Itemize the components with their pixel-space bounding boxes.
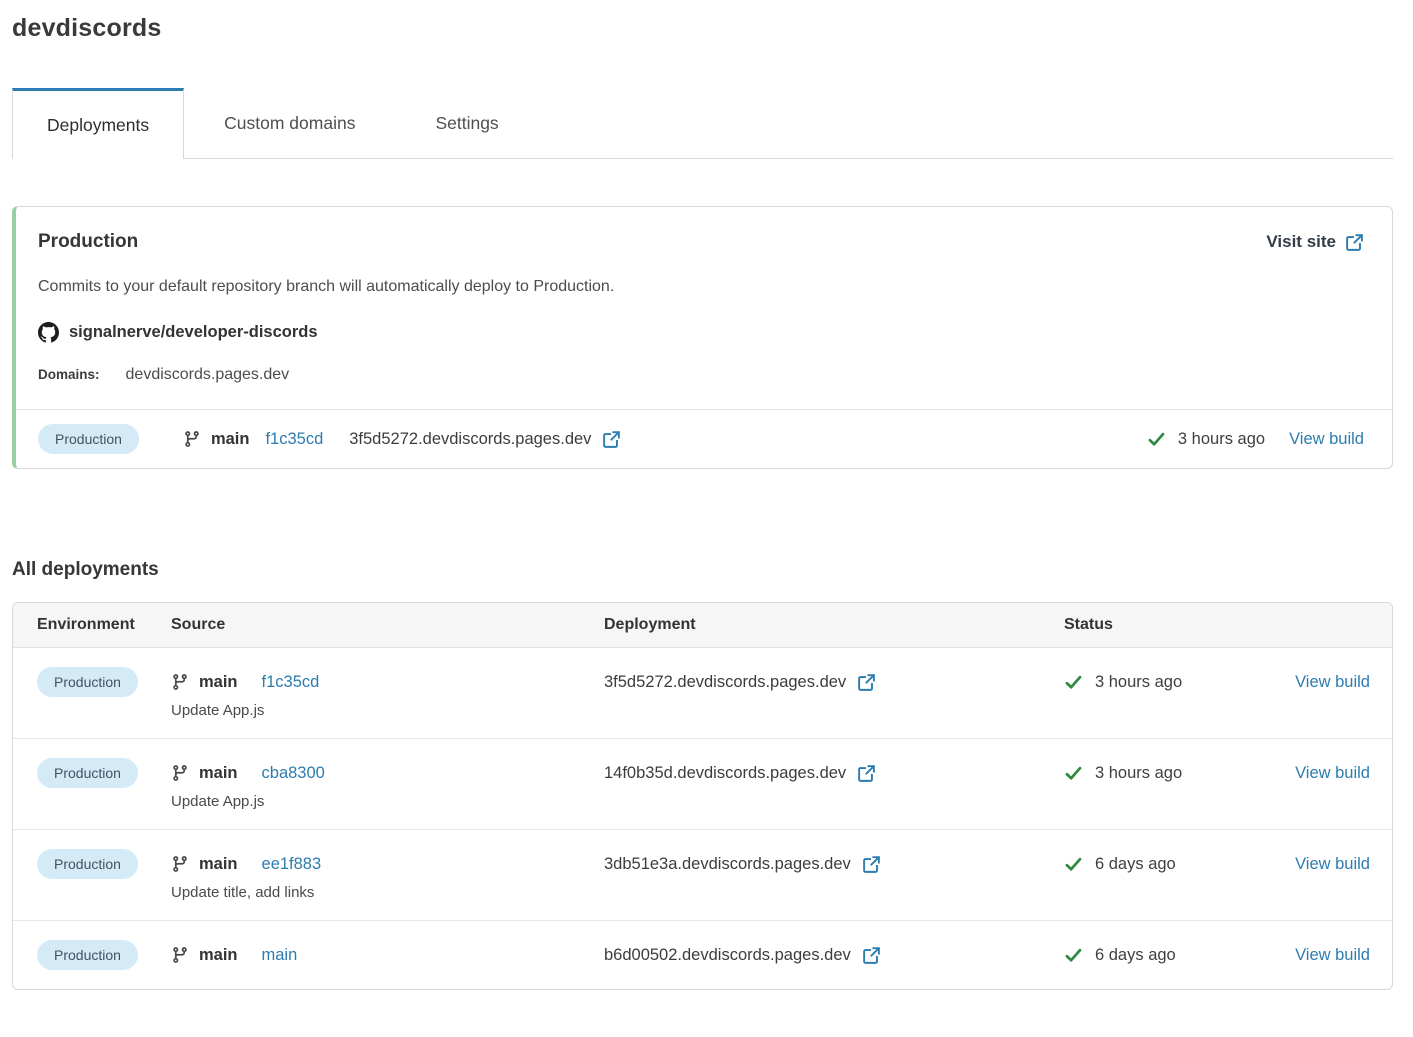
view-build-link[interactable]: View build: [1295, 946, 1370, 965]
table-row: Production main main b6d00502.devdiscord…: [13, 921, 1392, 989]
production-deployment-row: Production main f1c35cd 3f5d5272.devdisc…: [16, 409, 1392, 468]
check-icon: [1147, 430, 1166, 449]
deployment-url: 14f0b35d.devdiscords.pages.dev: [604, 764, 846, 783]
deployment-url: b6d00502.devdiscords.pages.dev: [604, 946, 851, 965]
git-branch-icon: [171, 946, 189, 964]
table-row: Production main cba8300 Update App.js 14…: [13, 739, 1392, 830]
tab-deployments[interactable]: Deployments: [12, 88, 184, 159]
environment-badge: Production: [37, 758, 138, 788]
commit-link[interactable]: cba8300: [262, 764, 325, 783]
visit-site-label: Visit site: [1266, 232, 1336, 252]
deployment-url: 3f5d5272.devdiscords.pages.dev: [604, 673, 846, 692]
environment-badge: Production: [38, 424, 139, 454]
external-link-icon[interactable]: [857, 673, 876, 692]
environment-badge: Production: [37, 940, 138, 970]
branch-name: main: [199, 673, 238, 692]
git-branch-icon: [183, 430, 201, 448]
deployment-url: 3db51e3a.devdiscords.pages.dev: [604, 855, 851, 874]
domains-value: devdiscords.pages.dev: [126, 366, 290, 384]
production-card-title: Production: [38, 231, 138, 253]
page-title: devdiscords: [12, 14, 1393, 43]
production-card: Production Visit site Commits to your de…: [12, 206, 1393, 469]
table-header: Environment Source Deployment Status: [13, 603, 1392, 648]
branch-name: main: [199, 764, 238, 783]
column-header-deployment: Deployment: [604, 616, 1064, 634]
commit-message: Update App.js: [171, 702, 604, 719]
external-link-icon[interactable]: [602, 430, 621, 449]
tab-custom-domains[interactable]: Custom domains: [184, 88, 395, 158]
table-row: Production main ee1f883 Update title, ad…: [13, 830, 1392, 921]
view-build-link[interactable]: View build: [1295, 764, 1370, 783]
tab-label: Custom domains: [224, 113, 355, 134]
tab-label: Settings: [435, 113, 498, 134]
external-link-icon[interactable]: [857, 764, 876, 783]
commit-link[interactable]: ee1f883: [262, 855, 322, 874]
deploy-time: 6 days ago: [1095, 946, 1176, 965]
table-row: Production main f1c35cd Update App.js 3f…: [13, 648, 1392, 739]
deploy-time: 6 days ago: [1095, 855, 1176, 874]
domains-label: Domains:: [38, 367, 100, 382]
git-branch-icon: [171, 855, 189, 873]
check-icon: [1064, 764, 1083, 783]
commit-message: Update App.js: [171, 793, 604, 810]
tab-bar: Deployments Custom domains Settings: [12, 88, 1393, 159]
branch-name: main: [211, 430, 250, 449]
check-icon: [1064, 673, 1083, 692]
column-header-environment: Environment: [37, 616, 171, 634]
commit-link[interactable]: f1c35cd: [265, 430, 323, 449]
git-branch-icon: [171, 673, 189, 691]
deployments-table: Environment Source Deployment Status Pro…: [12, 602, 1393, 990]
all-deployments-title: All deployments: [12, 559, 1393, 581]
column-header-source: Source: [171, 616, 604, 634]
visit-site-link[interactable]: Visit site: [1266, 232, 1364, 252]
repository-link[interactable]: signalnerve/developer-discords: [69, 323, 318, 342]
commit-link[interactable]: main: [262, 946, 298, 965]
external-link-icon[interactable]: [862, 855, 881, 874]
environment-badge: Production: [37, 667, 138, 697]
tab-settings[interactable]: Settings: [395, 88, 538, 158]
column-header-actions: [1284, 616, 1370, 634]
external-link-icon: [1345, 233, 1364, 252]
git-branch-icon: [171, 764, 189, 782]
check-icon: [1064, 855, 1083, 874]
tab-label: Deployments: [47, 115, 149, 136]
deployment-url: 3f5d5272.devdiscords.pages.dev: [349, 430, 591, 449]
commit-message: Update title, add links: [171, 884, 604, 901]
branch-name: main: [199, 855, 238, 874]
production-description: Commits to your default repository branc…: [38, 278, 1364, 296]
check-icon: [1064, 946, 1083, 965]
deploy-time: 3 hours ago: [1095, 764, 1182, 783]
external-link-icon[interactable]: [862, 946, 881, 965]
column-header-status: Status: [1064, 616, 1284, 634]
deploy-time: 3 hours ago: [1178, 430, 1265, 449]
view-build-link[interactable]: View build: [1295, 673, 1370, 692]
commit-link[interactable]: f1c35cd: [262, 673, 320, 692]
deploy-time: 3 hours ago: [1095, 673, 1182, 692]
github-mark-icon: [38, 322, 59, 343]
environment-badge: Production: [37, 849, 138, 879]
view-build-link[interactable]: View build: [1289, 430, 1364, 449]
branch-name: main: [199, 946, 238, 965]
view-build-link[interactable]: View build: [1295, 855, 1370, 874]
